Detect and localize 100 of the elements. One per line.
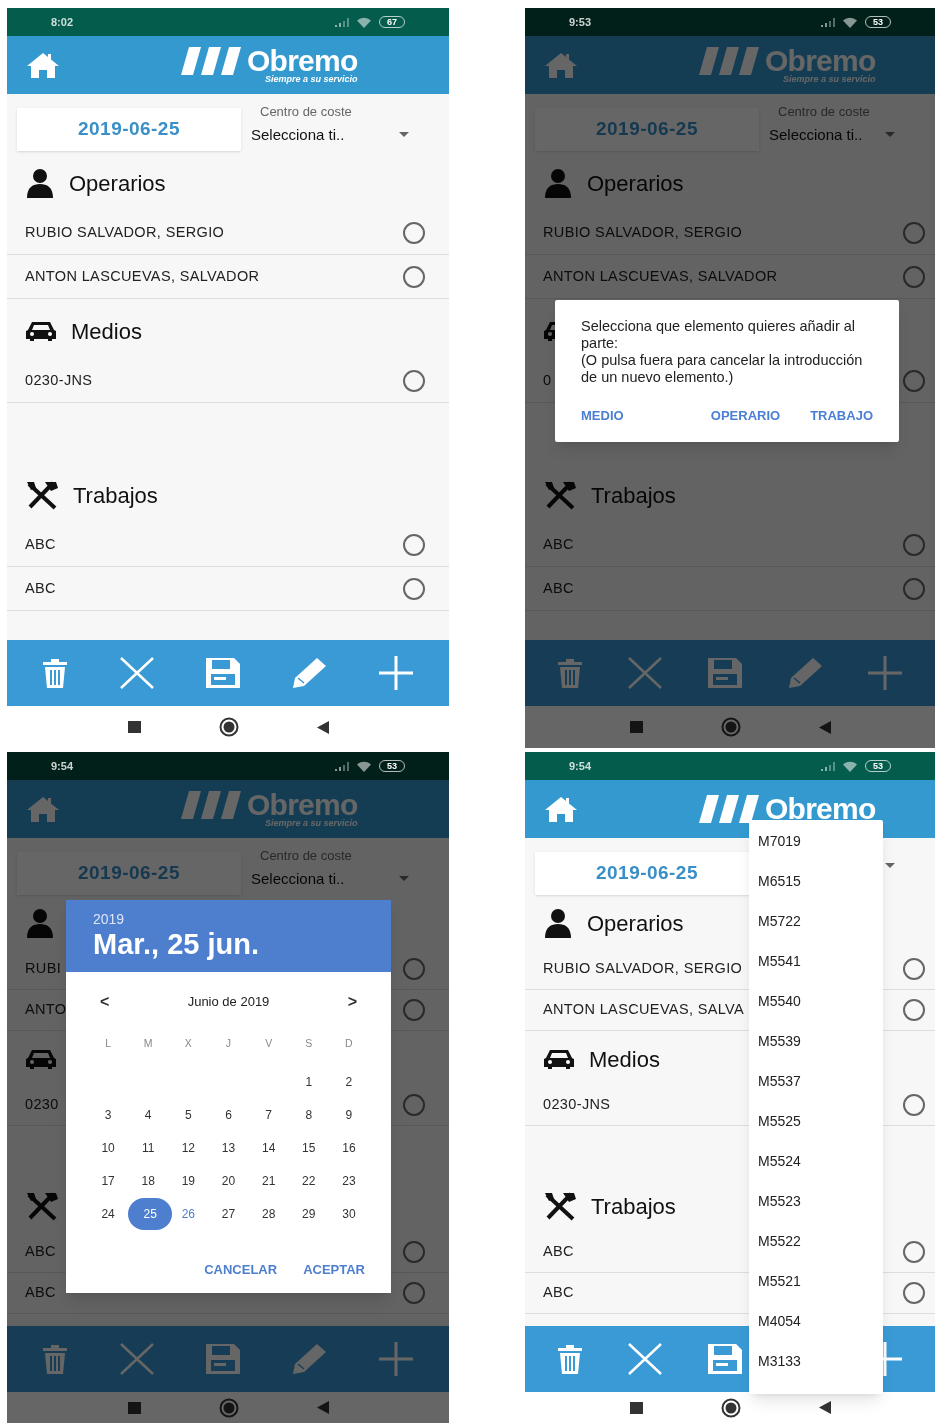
dropdown-caret-icon[interactable] xyxy=(885,132,895,138)
calendar-day[interactable]: 15 xyxy=(288,1131,329,1164)
circle-nav-icon[interactable] xyxy=(218,717,239,737)
calendar-day[interactable]: 19 xyxy=(168,1164,209,1197)
trash-icon[interactable] xyxy=(42,658,69,688)
calendar-day[interactable]: 13 xyxy=(208,1131,249,1164)
calendar-day[interactable]: 8 xyxy=(288,1098,329,1131)
radio-button[interactable] xyxy=(903,533,925,556)
back-triangle-icon[interactable] xyxy=(316,720,329,734)
calendar-day[interactable]: 1 xyxy=(288,1065,329,1098)
save-icon[interactable] xyxy=(204,1343,241,1375)
radio-button[interactable] xyxy=(403,369,425,392)
back-triangle-icon[interactable] xyxy=(818,1401,831,1414)
radio-button[interactable] xyxy=(403,265,425,288)
dropdown-option[interactable]: M5521 xyxy=(749,1261,883,1301)
radio-button[interactable] xyxy=(403,1094,425,1116)
square-nav-icon[interactable] xyxy=(127,721,141,733)
date-field[interactable]: 2019-06-25 xyxy=(17,108,241,151)
dropdown-option[interactable]: M5539 xyxy=(749,1021,883,1061)
pencil-icon[interactable] xyxy=(291,1343,328,1375)
calendar-day[interactable]: 28 xyxy=(248,1197,289,1230)
close-icon[interactable] xyxy=(118,657,155,689)
radio-button[interactable] xyxy=(903,1094,925,1116)
radio-button[interactable] xyxy=(403,221,425,244)
calendar-day[interactable]: 14 xyxy=(248,1131,289,1164)
dropdown-option[interactable]: M4054 xyxy=(749,1301,883,1341)
trash-icon[interactable] xyxy=(42,1344,69,1374)
radio-button[interactable] xyxy=(403,1241,425,1263)
dropdown-option[interactable]: M5537 xyxy=(749,1061,883,1101)
calendar-day[interactable]: 29 xyxy=(288,1197,329,1230)
radio-button[interactable] xyxy=(903,221,925,244)
dropdown-caret-icon[interactable] xyxy=(399,132,409,138)
radio-button[interactable] xyxy=(403,577,425,600)
calendar-day[interactable]: 2 xyxy=(328,1065,369,1098)
plus-icon[interactable] xyxy=(377,1341,414,1377)
radio-button[interactable] xyxy=(903,265,925,288)
close-icon[interactable] xyxy=(627,1343,663,1375)
dialog-button[interactable]: OPERARIO xyxy=(706,406,785,426)
pencil-icon[interactable] xyxy=(291,657,328,689)
radio-button[interactable] xyxy=(903,1241,925,1263)
dropdown-option[interactable]: M3133 xyxy=(749,1341,883,1381)
home-icon[interactable] xyxy=(543,51,579,79)
radio-button[interactable] xyxy=(903,369,925,392)
home-icon[interactable] xyxy=(25,795,61,823)
plus-icon[interactable] xyxy=(867,655,903,691)
calendar-day[interactable]: 10 xyxy=(88,1131,129,1164)
plus-icon[interactable] xyxy=(377,655,414,691)
circle-nav-icon[interactable] xyxy=(720,1397,741,1418)
previous-month-button[interactable]: < xyxy=(100,990,110,1014)
calendar-day[interactable]: 5 xyxy=(168,1098,209,1131)
calendar-day[interactable]: 21 xyxy=(248,1164,289,1197)
save-icon[interactable] xyxy=(707,657,743,689)
calendar-day[interactable]: 30 xyxy=(328,1197,369,1230)
radio-button[interactable] xyxy=(403,999,425,1021)
dropdown-caret-icon[interactable] xyxy=(885,863,895,868)
close-icon[interactable] xyxy=(627,657,663,689)
home-icon[interactable] xyxy=(543,795,579,823)
radio-button[interactable] xyxy=(903,958,925,980)
dropdown-option[interactable]: M5722 xyxy=(749,901,883,941)
home-icon[interactable] xyxy=(25,51,61,79)
square-nav-icon[interactable] xyxy=(629,1401,643,1414)
calendar-day[interactable]: 11 xyxy=(128,1131,169,1164)
trash-icon[interactable] xyxy=(557,658,583,688)
dropdown-option[interactable]: M5541 xyxy=(749,941,883,981)
calendar-day[interactable]: 18 xyxy=(128,1164,169,1197)
dropdown-option[interactable]: M5525 xyxy=(749,1101,883,1141)
save-icon[interactable] xyxy=(204,657,241,689)
calendar-day[interactable]: 24 xyxy=(88,1197,129,1230)
radio-button[interactable] xyxy=(903,1282,925,1304)
calendar-day[interactable]: 22 xyxy=(288,1164,329,1197)
trash-icon[interactable] xyxy=(557,1344,583,1374)
dialog-button[interactable]: MEDIO xyxy=(577,406,628,426)
calendar-day[interactable]: 7 xyxy=(248,1098,289,1131)
dropdown-option[interactable]: M5524 xyxy=(749,1141,883,1181)
radio-button[interactable] xyxy=(403,533,425,556)
save-icon[interactable] xyxy=(707,1343,743,1375)
radio-button[interactable] xyxy=(403,1282,425,1304)
picker-button[interactable]: CANCELAR xyxy=(204,1259,278,1280)
dialog-button[interactable]: TRABAJO xyxy=(806,406,877,426)
dropdown-option[interactable]: M5523 xyxy=(749,1181,883,1221)
dropdown-option[interactable]: M5540 xyxy=(749,981,883,1021)
calendar-day[interactable]: 27 xyxy=(208,1197,249,1230)
picker-button[interactable]: ACEPTAR xyxy=(303,1259,365,1280)
calendar-day[interactable]: 25 xyxy=(128,1197,173,1230)
close-icon[interactable] xyxy=(118,1343,155,1375)
calendar-day[interactable]: 3 xyxy=(88,1098,129,1131)
dropdown-caret-icon[interactable] xyxy=(399,876,409,882)
calendar-day[interactable]: 6 xyxy=(208,1098,249,1131)
radio-button[interactable] xyxy=(903,577,925,600)
calendar-day[interactable]: 23 xyxy=(328,1164,369,1197)
calendar-day[interactable]: 17 xyxy=(88,1164,129,1197)
radio-button[interactable] xyxy=(403,958,425,980)
dropdown-option[interactable]: M5522 xyxy=(749,1221,883,1261)
calendar-day[interactable]: 12 xyxy=(168,1131,209,1164)
pencil-icon[interactable] xyxy=(787,657,823,689)
calendar-day[interactable]: 4 xyxy=(128,1098,169,1131)
calendar-day[interactable]: 20 xyxy=(208,1164,249,1197)
radio-button[interactable] xyxy=(903,999,925,1021)
calendar-day[interactable]: 16 xyxy=(328,1131,369,1164)
next-month-button[interactable]: > xyxy=(347,990,357,1014)
